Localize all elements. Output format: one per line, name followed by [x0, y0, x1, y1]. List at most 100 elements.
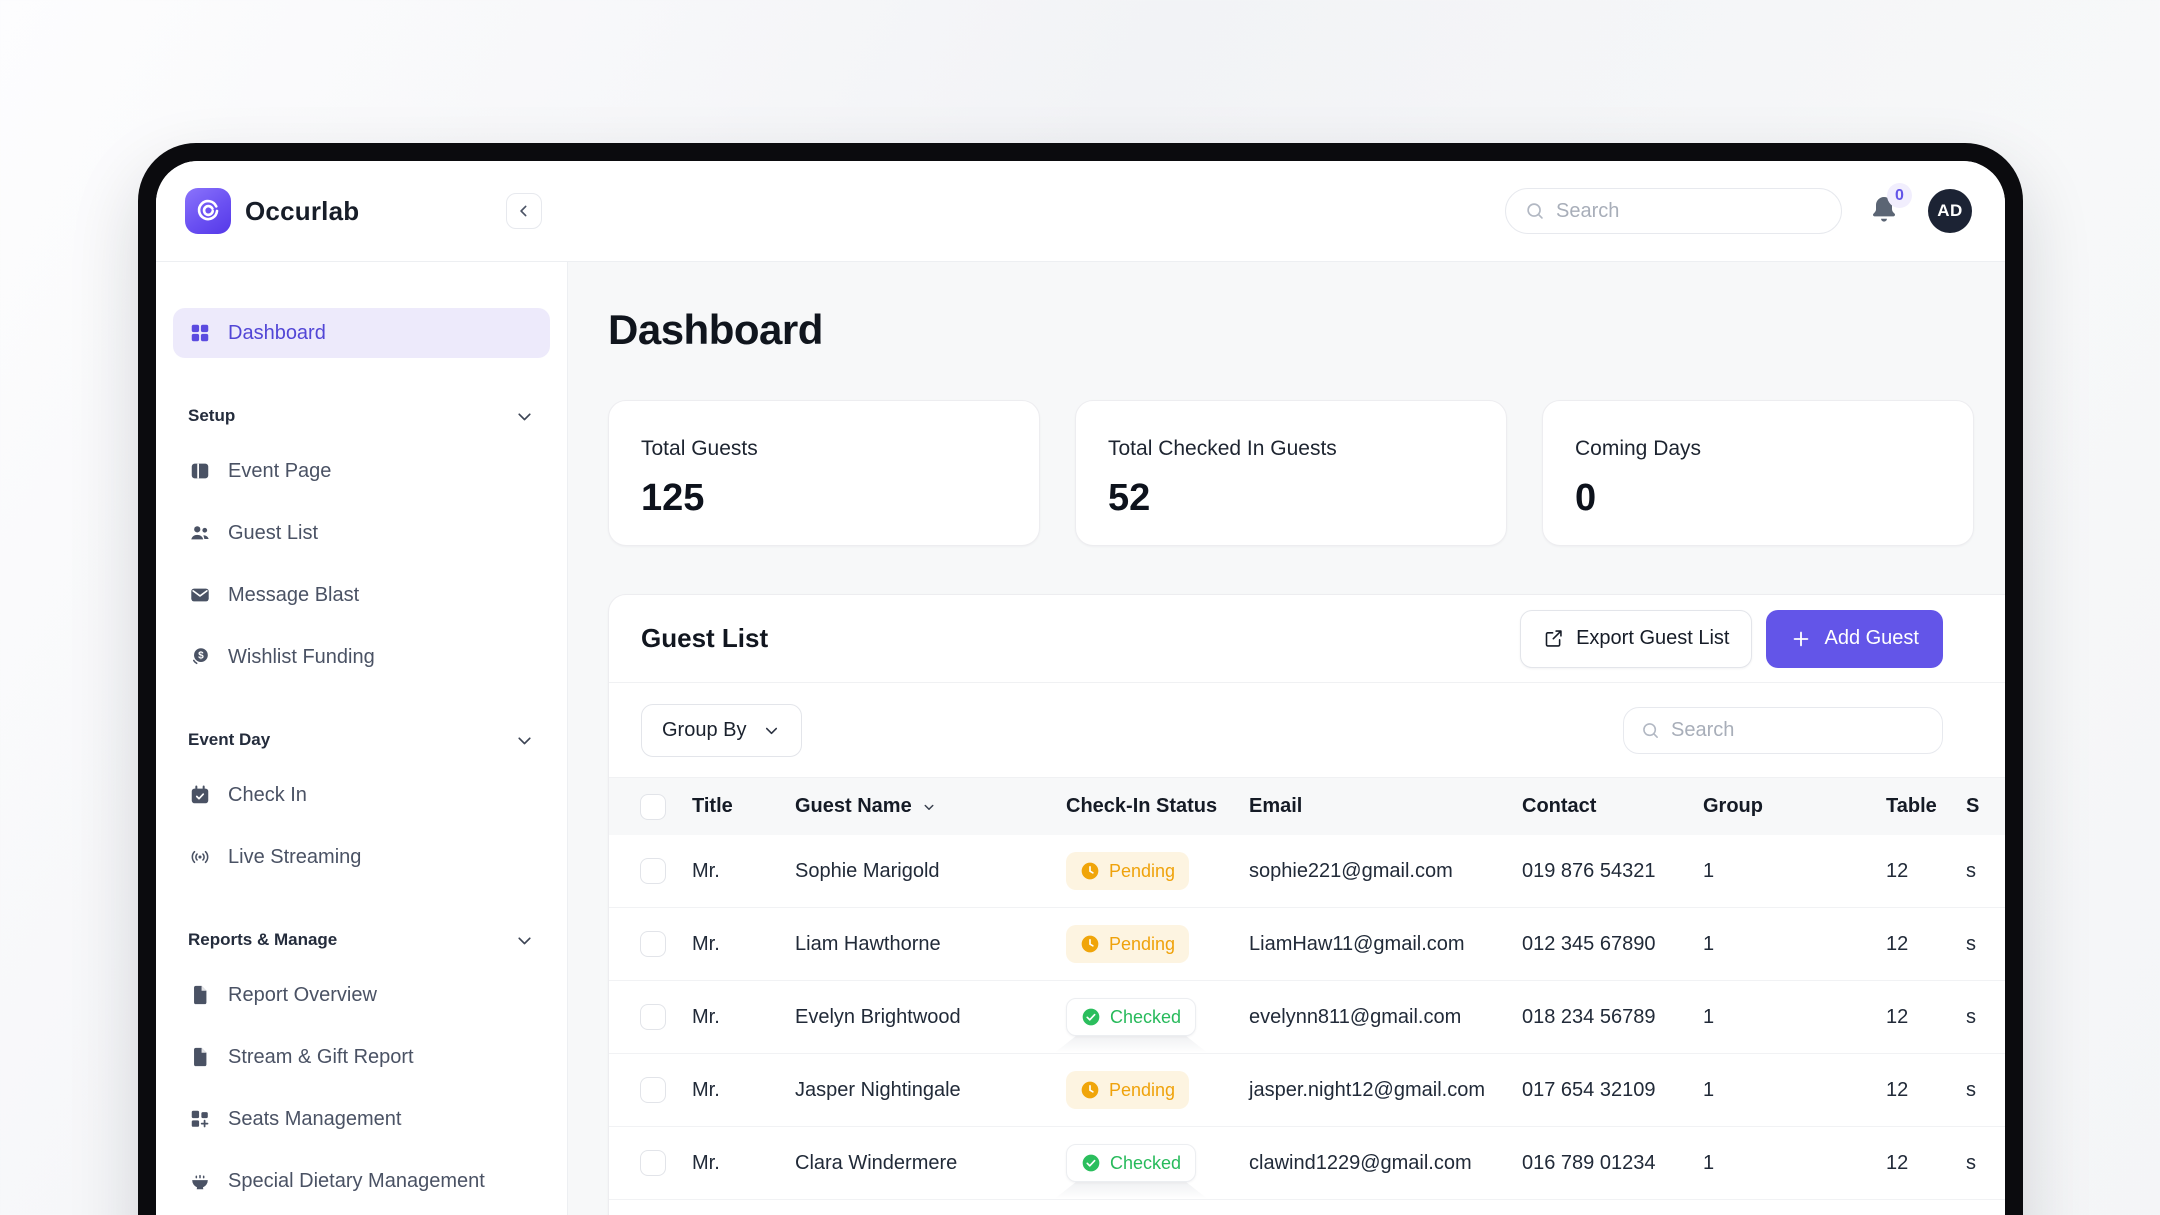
status-badge: Pending	[1066, 1071, 1189, 1109]
sidebar-section-event-day[interactable]: Event Day	[188, 722, 535, 758]
cell-table: 12	[1886, 1152, 1966, 1175]
cell-checkin-status: Pending	[1066, 925, 1249, 963]
sidebar-item-check-in[interactable]: Check In	[173, 770, 550, 820]
sidebar-item-seats-management[interactable]: Seats Management	[173, 1094, 550, 1144]
sidebar-item-wishlist-funding[interactable]: $ Wishlist Funding	[173, 632, 550, 682]
cell-checkin-status: Checked	[1066, 1144, 1249, 1182]
select-all-checkbox[interactable]	[640, 794, 666, 820]
user-avatar[interactable]: AD	[1928, 189, 1972, 233]
sidebar-item-stream-gift-report[interactable]: Stream & Gift Report	[173, 1032, 550, 1082]
sort-chevron-icon	[920, 798, 938, 816]
add-guest-label: Add Guest	[1824, 627, 1919, 650]
table-row: Mr. Evelyn Brightwood Checked evelynn811…	[609, 981, 2005, 1054]
cell-email: sophie221@gmail.com	[1249, 860, 1522, 883]
cell-email: jasper.night12@gmail.com	[1249, 1079, 1522, 1102]
sidebar-section-list: Report Overview Stream & Gift Report Sea…	[173, 970, 550, 1206]
export-guest-list-button[interactable]: Export Guest List	[1520, 610, 1752, 668]
cell-guest-name: Clara Windermere	[795, 1152, 1066, 1175]
group-by-dropdown[interactable]: Group By	[641, 704, 802, 757]
chevron-down-icon	[514, 730, 535, 751]
check-circle-icon	[1081, 1007, 1101, 1027]
stat-card-total-guests: Total Guests 125	[608, 400, 1040, 546]
sidebar-section-setup[interactable]: Setup	[188, 398, 535, 434]
sidebar-section-list: Dashboard	[173, 308, 550, 358]
cell-seat: s	[1966, 1152, 2005, 1175]
stat-value: 125	[641, 477, 1007, 520]
sidebar-item-live-streaming[interactable]: Live Streaming	[173, 832, 550, 882]
sidebar-item-special-dietary-management[interactable]: Special Dietary Management	[173, 1156, 550, 1206]
cell-email: LiamHaw11@gmail.com	[1249, 933, 1522, 956]
status-badge-label: Pending	[1109, 861, 1175, 882]
guest-list-search-input[interactable]	[1671, 719, 1926, 742]
guest-list-filter-row: Group By	[609, 683, 2005, 777]
sidebar-item-event-page[interactable]: Event Page	[173, 446, 550, 496]
cell-guest-name: Sophie Marigold	[795, 860, 1066, 883]
column-header-guest-name[interactable]: Guest Name	[795, 795, 1066, 818]
cell-seat: s	[1966, 1079, 2005, 1102]
row-checkbox[interactable]	[640, 1004, 666, 1030]
table-row: Mr. Jasper Nightingale Pending jasper.ni…	[609, 1054, 2005, 1127]
table-row: Mr. Clara Windermere Checked clawind1229…	[609, 1127, 2005, 1200]
column-header-s: S	[1966, 795, 2005, 818]
sidebar-section-reports-manage[interactable]: Reports & Manage	[188, 922, 535, 958]
cell-contact: 018 234 56789	[1522, 1006, 1703, 1029]
cell-title: Mr.	[692, 1152, 795, 1175]
header-controls: 0 AD	[568, 188, 2005, 234]
brand-name: Occurlab	[245, 196, 359, 227]
cell-group: 1	[1703, 1152, 1886, 1175]
status-badge-label: Pending	[1109, 1080, 1175, 1101]
row-checkbox[interactable]	[640, 1077, 666, 1103]
cell-checkin-status: Pending	[1066, 1071, 1249, 1109]
status-badge: Pending	[1066, 852, 1189, 890]
export-icon	[1543, 628, 1564, 649]
status-badge-label: Checked	[1110, 1007, 1181, 1028]
chevron-down-icon	[514, 930, 535, 951]
status-badge: Pending	[1066, 925, 1189, 963]
cell-seat: s	[1966, 860, 2005, 883]
cell-email: clawind1229@gmail.com	[1249, 1152, 1522, 1175]
group-by-label: Group By	[662, 719, 746, 742]
sidebar-item-guest-list[interactable]: Guest List	[173, 508, 550, 558]
sidebar-item-dashboard[interactable]: Dashboard	[173, 308, 550, 358]
mail-icon	[188, 583, 212, 607]
row-checkbox[interactable]	[640, 858, 666, 884]
stat-label: Total Guests	[641, 437, 1007, 461]
cell-guest-name: Jasper Nightingale	[795, 1079, 1066, 1102]
broadcast-icon	[188, 845, 212, 869]
row-checkbox[interactable]	[640, 931, 666, 957]
cell-table: 12	[1886, 933, 1966, 956]
cell-checkin-status: Checked	[1066, 998, 1249, 1036]
sidebar-collapse-button[interactable]	[506, 193, 542, 229]
cell-seat: s	[1966, 933, 2005, 956]
stat-value: 52	[1108, 477, 1474, 520]
plus-icon	[1790, 628, 1812, 650]
page-title: Dashboard	[608, 306, 2005, 354]
guest-list-search[interactable]	[1623, 707, 1943, 754]
table-body: Mr. Sophie Marigold Pending sophie221@gm…	[609, 835, 2005, 1215]
table-header-row: TitleGuest NameCheck-In StatusEmailConta…	[609, 777, 2005, 835]
notification-count-badge: 0	[1887, 183, 1912, 208]
status-badge-label: Pending	[1109, 934, 1175, 955]
bowl-icon	[188, 1169, 212, 1193]
notifications-button[interactable]: 0	[1868, 193, 1902, 229]
cell-guest-name: Liam Hawthorne	[795, 933, 1066, 956]
sidebar-item-label: Wishlist Funding	[228, 646, 375, 669]
section-label: Setup	[188, 406, 235, 426]
search-icon	[1524, 200, 1546, 222]
row-checkbox[interactable]	[640, 1150, 666, 1176]
global-search[interactable]	[1505, 188, 1842, 234]
status-badge: Checked	[1066, 1144, 1196, 1182]
global-search-input[interactable]	[1556, 200, 1823, 223]
cell-checkin-status: Pending	[1066, 852, 1249, 890]
sidebar-item-label: Guest List	[228, 522, 318, 545]
seats-icon	[188, 1107, 212, 1131]
sidebar-item-report-overview[interactable]: Report Overview	[173, 970, 550, 1020]
add-guest-button[interactable]: Add Guest	[1766, 610, 1943, 668]
column-header-email: Email	[1249, 795, 1522, 818]
occurlab-logo-icon	[185, 188, 231, 234]
tablet-bezel-frame: Occurlab 0 AD	[138, 143, 2023, 1215]
cell-contact: 017 654 32109	[1522, 1079, 1703, 1102]
chevron-left-icon	[514, 201, 534, 221]
sidebar-item-message-blast[interactable]: Message Blast	[173, 570, 550, 620]
cell-group: 1	[1703, 933, 1886, 956]
